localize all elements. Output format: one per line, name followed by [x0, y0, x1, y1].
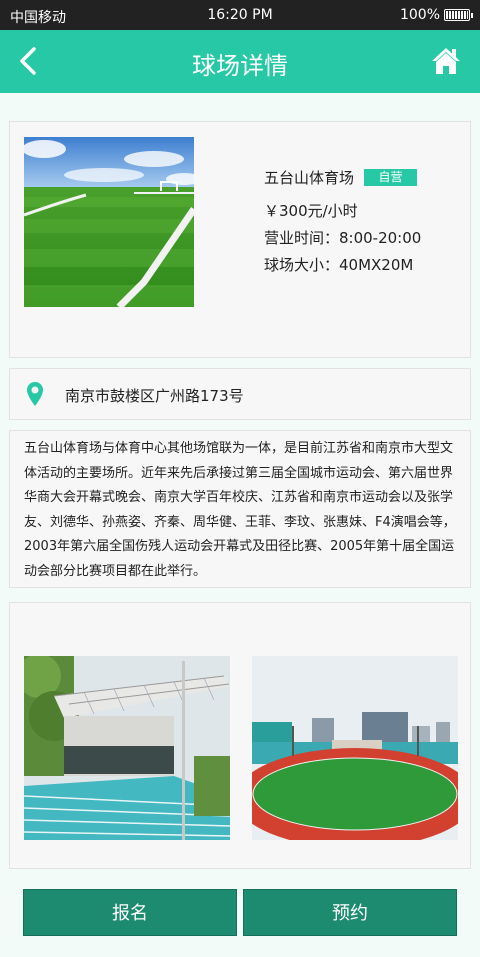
stadium-stand-photo[interactable]	[24, 656, 230, 840]
reserve-button[interactable]: 预约	[243, 889, 457, 936]
address-text: 南京市鼓楼区广州路173号	[65, 387, 244, 405]
stadium-field-photo[interactable]	[252, 656, 458, 840]
signup-button[interactable]: 报名	[23, 889, 237, 936]
nav-bar: 球场详情	[0, 30, 480, 93]
venue-name: 五台山体育场	[264, 169, 355, 187]
venue-description: 五台山体育场与体育中心其他场馆联为一体，是目前江苏省和南京市大型文体活动的主要场…	[24, 441, 456, 579]
venue-size: 球场大小：40MX20M	[264, 256, 414, 274]
battery-percent: 100%	[399, 7, 440, 23]
venue-name-row: 五台山体育场 自营	[264, 167, 418, 188]
home-icon[interactable]	[430, 45, 462, 77]
address-card[interactable]: 南京市鼓楼区广州路173号	[9, 368, 471, 420]
field-photo	[24, 137, 194, 307]
venue-info-card: 五台山体育场 自营 ￥300元/小时 营业时间：8:00-20:00 球场大小：…	[9, 121, 471, 358]
battery-icon	[444, 9, 473, 21]
venue-price: ￥300元/小时	[264, 202, 358, 220]
self-operated-badge: 自营	[364, 169, 418, 186]
status-bar: 中国移动 16:20 PM 100%	[0, 0, 480, 30]
page-title: 球场详情	[192, 52, 288, 80]
location-pin-icon	[27, 382, 43, 406]
photo-gallery	[9, 602, 471, 869]
description-card: 五台山体育场与体育中心其他场馆联为一体，是目前江苏省和南京市大型文体活动的主要场…	[9, 430, 471, 588]
venue-hours: 营业时间：8:00-20:00	[264, 229, 422, 247]
